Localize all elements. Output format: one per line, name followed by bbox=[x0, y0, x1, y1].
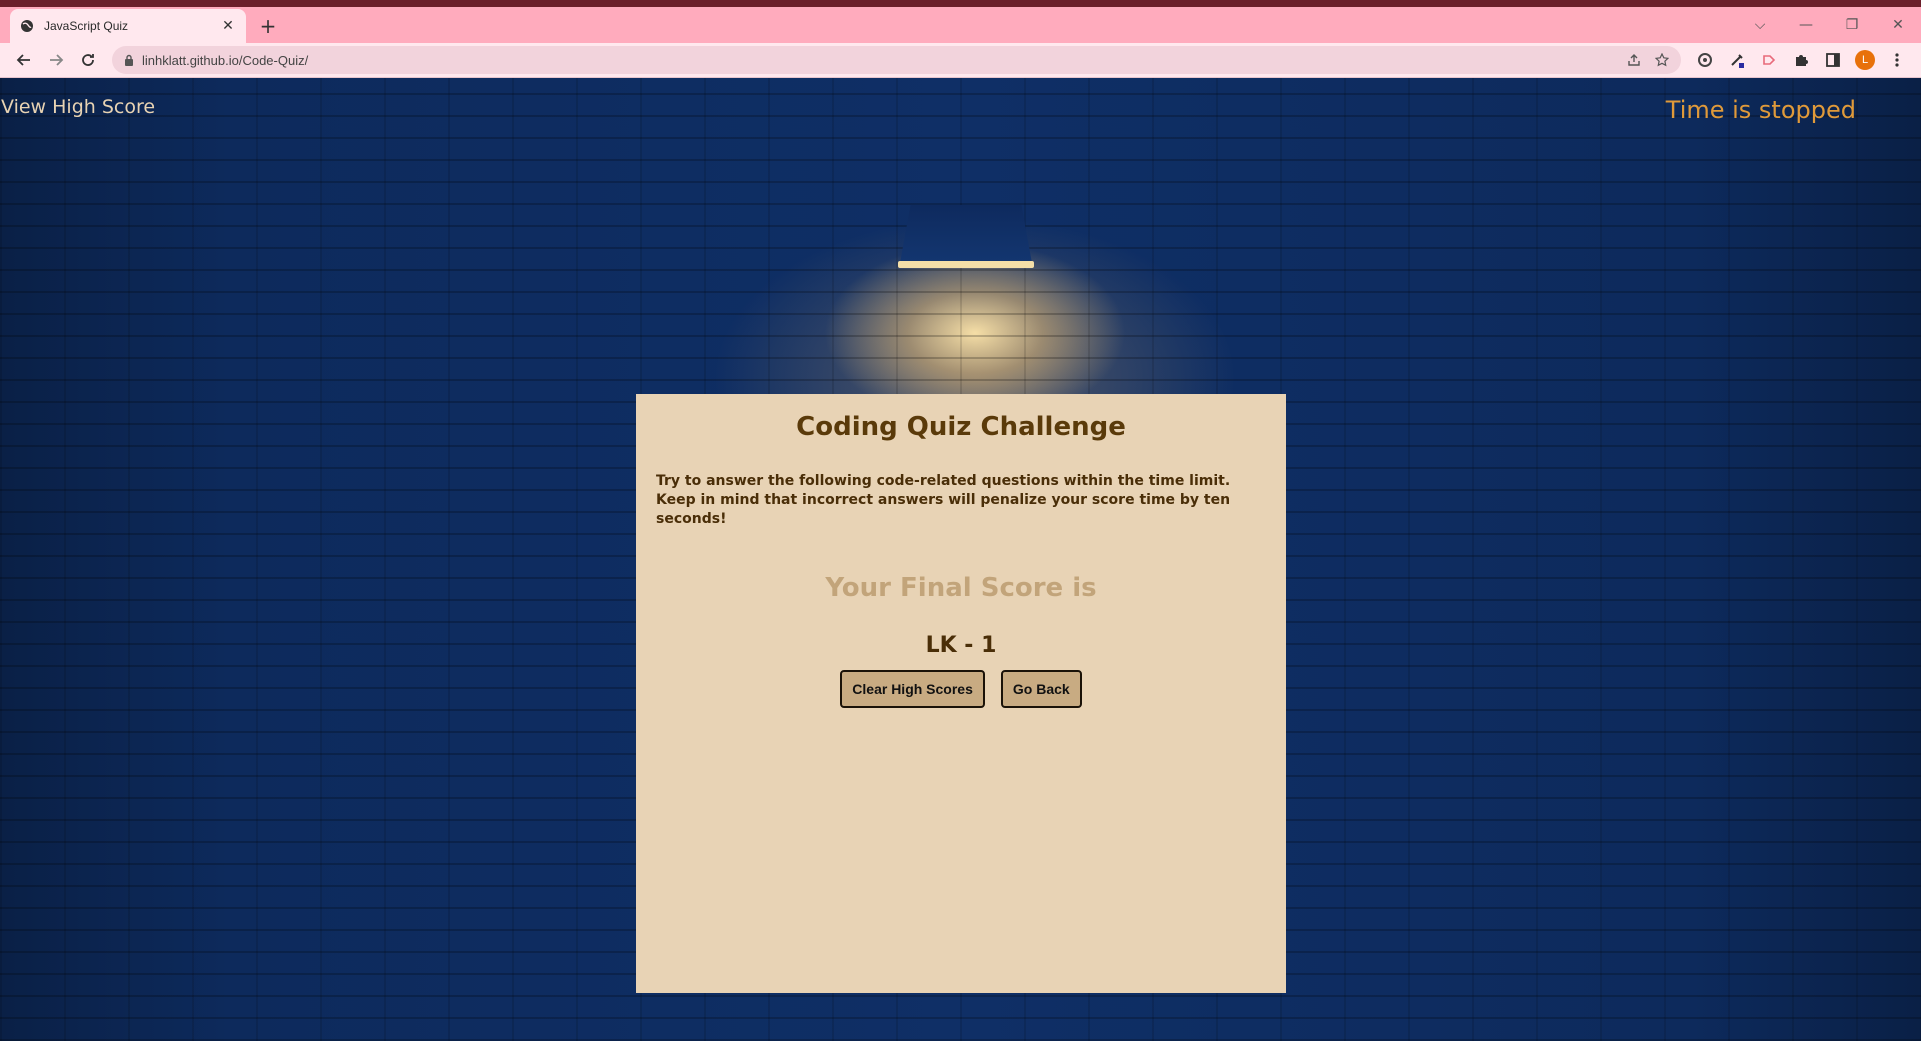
view-high-score-link[interactable]: View High Score bbox=[1, 96, 155, 118]
os-top-strip bbox=[0, 0, 1921, 7]
minimize-button[interactable]: — bbox=[1783, 17, 1829, 33]
star-bookmark-icon[interactable] bbox=[1655, 53, 1669, 67]
quiz-card: Coding Quiz Challenge Try to answer the … bbox=[636, 394, 1286, 993]
back-arrow-icon bbox=[16, 54, 30, 66]
side-panel-icon[interactable] bbox=[1817, 46, 1849, 74]
reload-icon bbox=[82, 54, 94, 66]
clear-high-scores-button[interactable]: Clear High Scores bbox=[840, 670, 985, 708]
lock-icon[interactable] bbox=[124, 54, 134, 66]
forward-button[interactable] bbox=[40, 46, 72, 74]
tab-javascript-quiz[interactable]: JavaScript Quiz ✕ bbox=[10, 9, 246, 43]
page-title: Coding Quiz Challenge bbox=[796, 412, 1126, 442]
extension-arrow-icon[interactable] bbox=[1753, 46, 1785, 74]
tab-bar: JavaScript Quiz ✕ + ⌵ — ❐ ✕ bbox=[0, 7, 1921, 43]
profile-avatar[interactable]: L bbox=[1849, 46, 1881, 74]
wall-lamp-light bbox=[898, 261, 1034, 268]
puzzle-extensions-icon[interactable] bbox=[1785, 46, 1817, 74]
score-actions: Clear High Scores Go Back bbox=[656, 670, 1266, 708]
address-bar[interactable]: linhklatt.github.io/Code-Quiz/ bbox=[112, 46, 1681, 74]
share-icon[interactable] bbox=[1627, 53, 1641, 67]
tab-search-chevron-icon[interactable]: ⌵ bbox=[1737, 17, 1783, 33]
timer-status: Time is stopped bbox=[1665, 96, 1856, 124]
globe-icon bbox=[20, 19, 34, 33]
menu-kebab-icon[interactable] bbox=[1881, 46, 1913, 74]
quiz-instructions: Try to answer the following code-related… bbox=[656, 473, 1231, 527]
close-window-button[interactable]: ✕ bbox=[1875, 17, 1921, 33]
avatar: L bbox=[1855, 50, 1875, 70]
url-text[interactable]: linhklatt.github.io/Code-Quiz/ bbox=[142, 53, 1613, 68]
extension-gear-icon[interactable] bbox=[1689, 46, 1721, 74]
extension-dropper-icon[interactable] bbox=[1721, 46, 1753, 74]
window-controls: ⌵ — ❐ ✕ bbox=[1737, 7, 1921, 43]
high-score-entry: LK - 1 bbox=[925, 633, 997, 658]
back-button[interactable] bbox=[8, 46, 40, 74]
reload-button[interactable] bbox=[72, 46, 104, 74]
close-tab-icon[interactable]: ✕ bbox=[220, 18, 236, 34]
page-content: View High Score Time is stopped Coding Q… bbox=[0, 78, 1921, 1041]
go-back-button[interactable]: Go Back bbox=[1000, 670, 1082, 708]
final-score-heading: Your Final Score is bbox=[825, 573, 1097, 603]
browser-toolbar: linhklatt.github.io/Code-Quiz/ L bbox=[0, 43, 1921, 78]
wall-lamp-image bbox=[900, 205, 1032, 263]
forward-arrow-icon bbox=[50, 54, 64, 66]
tab-title: JavaScript Quiz bbox=[44, 19, 129, 33]
new-tab-button[interactable]: + bbox=[254, 12, 282, 40]
restore-button[interactable]: ❐ bbox=[1829, 17, 1875, 33]
